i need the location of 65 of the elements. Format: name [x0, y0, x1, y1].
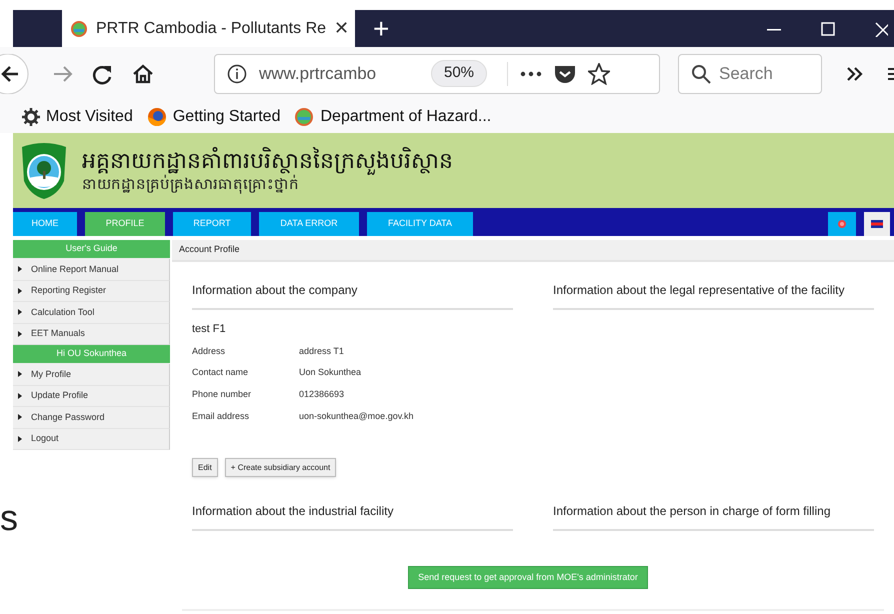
- gear-icon: [22, 108, 40, 126]
- sidebar-item[interactable]: Reporting Register: [13, 280, 170, 302]
- site-title: អគ្គនាយកដ្ឋានគាំពារបរិស្ថាននៃក្រសួងបរិស្ថាន: [82, 146, 453, 174]
- site-logo-icon: [294, 106, 314, 126]
- address-bar[interactable]: www.prtrcambo 50%: [214, 54, 660, 94]
- flag-icon[interactable]: [864, 212, 890, 236]
- edit-button[interactable]: Edit: [192, 458, 218, 478]
- field-value: address T1: [299, 344, 344, 358]
- background-text: s: [0, 500, 18, 536]
- bookmark-link[interactable]: Most Visited: [46, 104, 133, 128]
- field-label: Phone number: [192, 388, 252, 401]
- sidebar-heading: Hi OU Sokunthea: [13, 345, 170, 364]
- section-heading: Information about the industrial facility: [192, 503, 394, 520]
- field-value: Uon Sokunthea: [299, 366, 362, 380]
- more-icon[interactable]: [520, 70, 542, 78]
- section-heading: Information about the person in charge of form filling: [553, 503, 830, 520]
- bookmark-link[interactable]: Getting Started: [172, 104, 280, 128]
- field-label: Contact name: [192, 366, 250, 380]
- triangle-right-icon: [18, 414, 22, 420]
- new-tab-button[interactable]: +: [373, 10, 390, 47]
- sidebar-item[interactable]: My Profile: [13, 364, 170, 386]
- globe-icon: [146, 106, 167, 126]
- browser-tab[interactable]: PRTR Cambodia - Pollutants Re ✕: [62, 10, 355, 47]
- site-logo-icon: [70, 20, 88, 38]
- sidebar-heading: User's Guide: [13, 240, 170, 259]
- triangle-right-icon: [18, 436, 22, 442]
- triangle-right-icon: [18, 371, 22, 378]
- triangle-right-icon: [18, 392, 22, 399]
- menu-icon[interactable]: [886, 66, 894, 82]
- section-heading: Information about the company: [192, 282, 358, 299]
- field-value: 012386693: [299, 388, 344, 401]
- close-tab-button[interactable]: ✕: [334, 15, 350, 42]
- field-label: Address: [192, 344, 226, 358]
- sidebar-item[interactable]: EET Manuals: [13, 324, 170, 345]
- sidebar-item[interactable]: Update Profile: [13, 386, 170, 407]
- maximize-icon[interactable]: [820, 20, 836, 36]
- field-label: Email address: [192, 410, 250, 423]
- close-icon[interactable]: [874, 20, 888, 36]
- triangle-right-icon: [18, 266, 22, 272]
- breadcrumb: Account Profile: [172, 240, 894, 262]
- chevrons-icon[interactable]: [846, 66, 864, 82]
- search-field[interactable]: Search: [678, 54, 822, 94]
- section-heading: Information about the legal representative of the facility: [553, 282, 845, 299]
- forward-icon[interactable]: [52, 64, 74, 84]
- sidebar-item[interactable]: Change Password: [13, 407, 170, 428]
- home-icon[interactable]: [132, 62, 154, 84]
- sidebar-item[interactable]: Online Report Manual: [13, 259, 170, 280]
- search-icon: [691, 64, 711, 84]
- triangle-right-icon: [18, 288, 22, 294]
- sidebar-item[interactable]: Logout: [13, 428, 170, 450]
- back-icon[interactable]: [0, 54, 30, 94]
- create-account-button[interactable]: + Create subsidiary account: [224, 458, 336, 478]
- info-icon: [227, 64, 247, 84]
- triangle-right-icon: [18, 309, 22, 316]
- field-value: uon-sokunthea@moe.gov.kh: [299, 410, 414, 423]
- sidebar-item[interactable]: Calculation Tool: [13, 302, 170, 324]
- bookmark-link[interactable]: Department of Hazard...: [320, 104, 492, 128]
- zoom-level-badge[interactable]: 50%: [431, 60, 488, 87]
- site-subtitle: នាយកដ្ឋានគ្រប់គ្រងសារធាតុគ្រោះថ្នាក់: [82, 174, 299, 194]
- company-name: test F1: [192, 322, 227, 337]
- url-text: www.prtrcambo: [259, 62, 378, 85]
- tab-title: PRTR Cambodia - Pollutants Re: [96, 18, 326, 38]
- triangle-right-icon: [18, 330, 22, 337]
- pocket-icon[interactable]: [554, 64, 576, 84]
- star-icon[interactable]: [588, 62, 610, 84]
